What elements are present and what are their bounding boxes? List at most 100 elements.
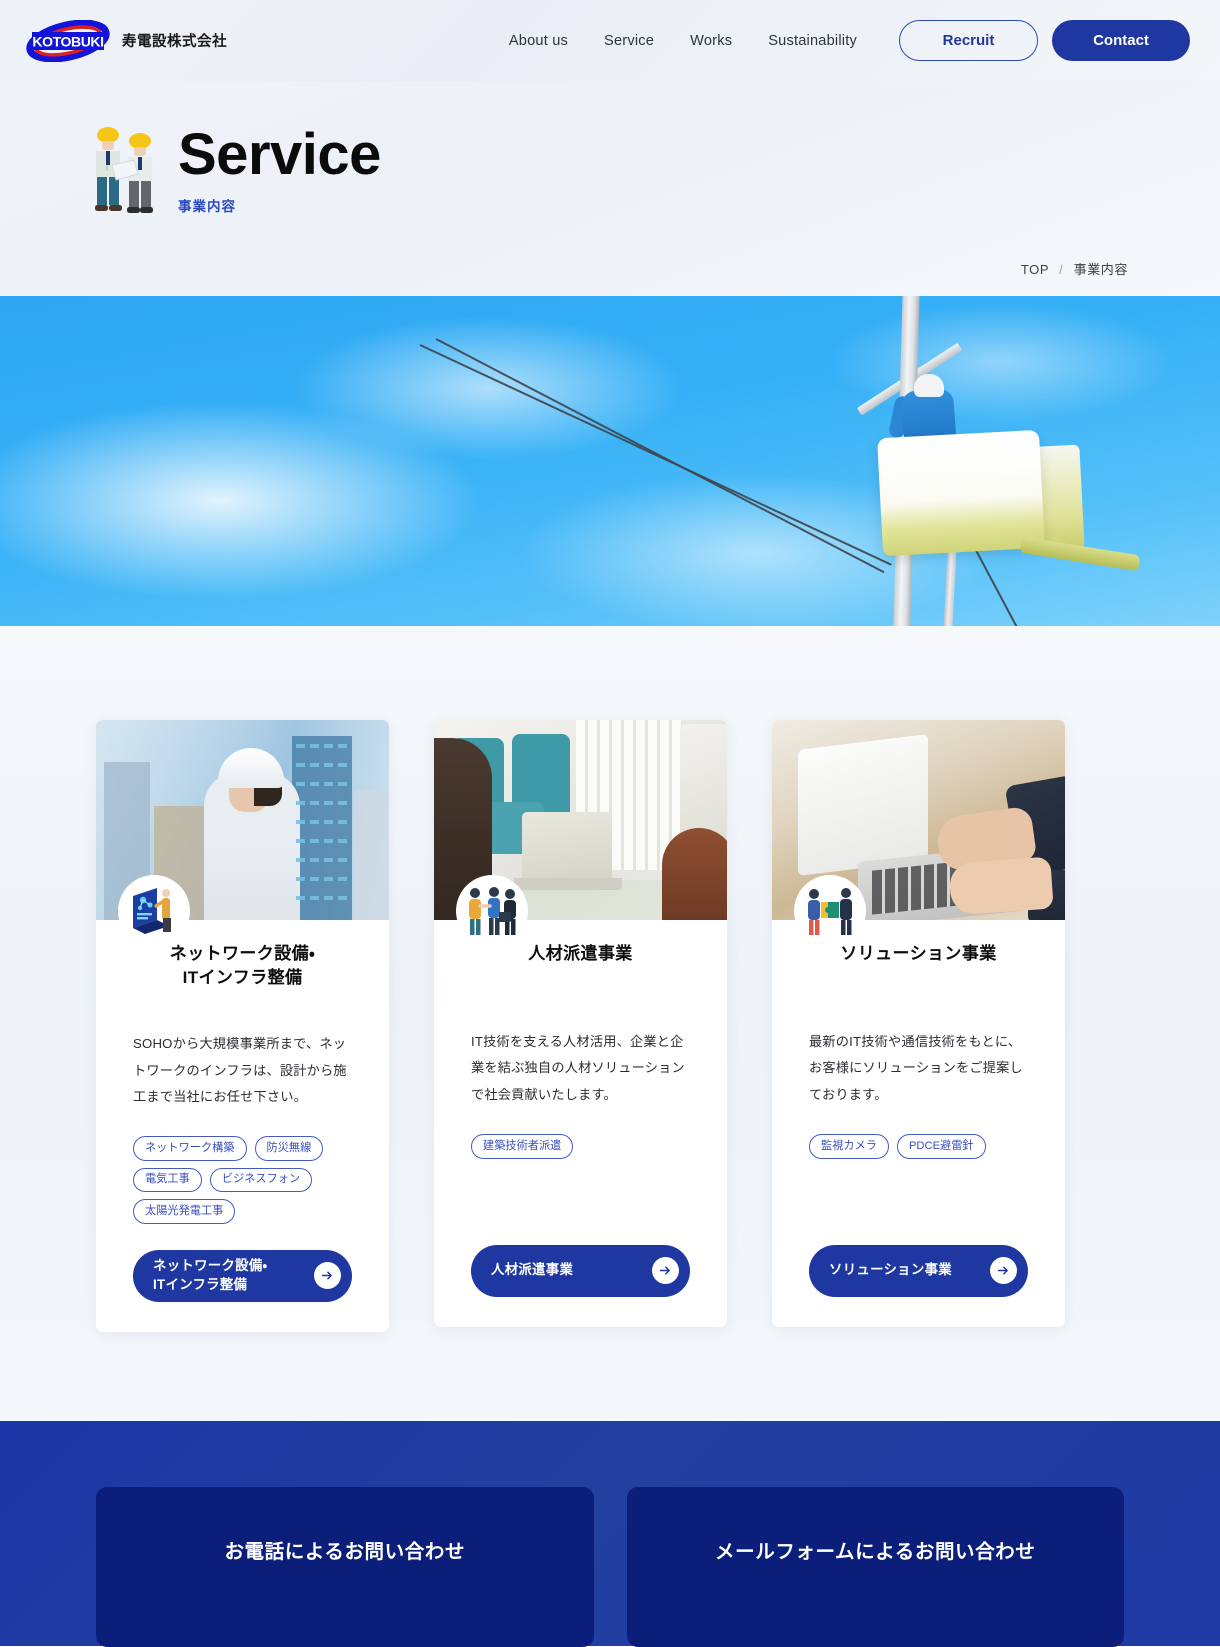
nav-links: About us Service Works Sustainability [491, 33, 875, 49]
service-card-cta-label: ネットワーク設備・ ITインフラ整備 [153, 1257, 267, 1294]
svg-text:KOTOBUKI: KOTOBUKI [32, 33, 103, 49]
photo-laptop-lid [798, 734, 928, 876]
service-card-cta-button[interactable]: ソリューション事業 [809, 1244, 1028, 1297]
page-subtitle: 事業内容 [178, 198, 236, 214]
service-card-cta-wrap: ネットワーク設備・ ITインフラ整備 [96, 1249, 389, 1302]
nav-item-works[interactable]: Works [672, 33, 750, 49]
photo-building [354, 790, 389, 920]
breadcrumb-separator: / [1059, 262, 1064, 277]
photo-building-window [310, 858, 319, 862]
photo-building-window [296, 820, 305, 824]
photo-building-window [296, 744, 305, 748]
contact-by-mail-form-card[interactable]: メールフォームによるお問い合わせ [626, 1487, 1124, 1647]
service-card-title-line1: ネットワーク設備・ [169, 944, 316, 963]
main-navigation: About us Service Works Sustainability Re… [491, 20, 1190, 61]
page-title-inner: Service 事業内容 [0, 81, 1220, 219]
photo-building-window [310, 896, 319, 900]
service-tag[interactable]: 監視カメラ [809, 1134, 889, 1159]
photo-person-hair [662, 828, 727, 920]
service-card-title-line2: ITインフラ整備 [182, 968, 303, 988]
kotobuki-logo-icon: KOTOBUKI [26, 19, 110, 62]
service-card-cta-button[interactable]: 人材派遣事業 [471, 1244, 690, 1297]
service-card[interactable]: ネットワーク設備・ ITインフラ整備 SOHOから大規模事業所まで、ネットワーク… [96, 720, 389, 1332]
contact-by-phone-title: お電話によるお問い合わせ [224, 1541, 466, 1563]
breadcrumb: TOP / 事業内容 [1021, 259, 1128, 278]
photo-building-window [338, 744, 347, 748]
photo-hand [948, 856, 1054, 916]
arrow-right-icon [990, 1257, 1017, 1285]
photo-building-window [324, 877, 333, 881]
site-logo[interactable]: KOTOBUKI 寿電設株式会社 [26, 19, 227, 62]
cta-label-line1: ネットワーク設備・ [153, 1258, 268, 1274]
service-card-body: ソリューション事業 最新のIT技術や通信技術をもとに、お客様にソリューションをご… [772, 920, 1065, 1159]
service-card-cta-wrap: ソリューション事業 [772, 1244, 1065, 1297]
service-cards: ネットワーク設備・ ITインフラ整備 SOHOから大規模事業所まで、ネットワーク… [0, 720, 1220, 1332]
service-card-description: 最新のIT技術や通信技術をもとに、お客様にソリューションをご提案しております。 [809, 1034, 1023, 1102]
photo-building-window [324, 820, 333, 824]
arrow-right-icon [652, 1257, 679, 1285]
photo-laptop [522, 812, 612, 882]
recruit-button[interactable]: Recruit [899, 20, 1038, 61]
service-tag[interactable]: ビジネスフォン [209, 1167, 313, 1193]
service-tag[interactable]: ネットワーク構築 [133, 1136, 247, 1161]
page-title-band: Service 事業内容 TOP / 事業内容 [0, 81, 1220, 296]
service-card-cta-label: 人材派遣事業 [491, 1262, 574, 1278]
service-tag[interactable]: 太陽光発電工事 [133, 1199, 236, 1224]
service-card-tags: 建築技術者派遣 [471, 1134, 690, 1159]
breadcrumb-current: 事業内容 [1073, 262, 1128, 277]
service-card[interactable]: ソリューション事業 最新のIT技術や通信技術をもとに、お客様にソリューションをご… [772, 720, 1065, 1327]
contact-by-phone-card[interactable]: お電話によるお問い合わせ [96, 1487, 594, 1647]
network-kiosk-icon [118, 875, 190, 947]
photo-building-window [310, 801, 319, 805]
nav-item-sustainability[interactable]: Sustainability [750, 33, 875, 49]
service-card-description: IT技術を支える人材活用、企業と企業を結ぶ独自の人材ソリューションで社会貢献いた… [471, 1034, 685, 1102]
photo-worker-helmet [218, 748, 284, 788]
puzzle-people-icon [794, 875, 866, 947]
photo-building-window [296, 858, 305, 862]
photo-building-window [310, 744, 319, 748]
photo-building-window [310, 782, 319, 786]
photo-building-window [338, 763, 347, 767]
photo-building-window [338, 896, 347, 900]
service-card-tags: 監視カメラ PDCE避雷針 [809, 1134, 1028, 1159]
contact-by-mail-form-title: メールフォームによるお問い合わせ [715, 1541, 1036, 1563]
company-name: 寿電設株式会社 [122, 34, 227, 50]
photo-building-window [338, 801, 347, 805]
service-card[interactable]: 人材派遣事業 IT技術を支える人材活用、企業と企業を結ぶ独自の人材ソリューション… [434, 720, 727, 1327]
nav-item-service[interactable]: Service [586, 33, 672, 49]
service-card-cta-button[interactable]: ネットワーク設備・ ITインフラ整備 [133, 1249, 352, 1302]
contact-button[interactable]: Contact [1052, 20, 1190, 61]
service-card-title: 人材派遣事業 [528, 944, 633, 963]
arrow-right-icon [314, 1262, 341, 1290]
photo-building-window [338, 858, 347, 862]
photo-building-window [324, 782, 333, 786]
contact-section: お電話によるお問い合わせ メールフォームによるお問い合わせ [0, 1421, 1220, 1647]
service-tag[interactable]: 防災無線 [254, 1136, 324, 1161]
photo-building-window [296, 839, 305, 843]
service-card-description: SOHOから大規模事業所まで、ネットワークのインフラは、設計から施工まで当社にお… [133, 1036, 347, 1105]
hero-bucket-lift [877, 429, 1045, 557]
service-card-body: 人材派遣事業 IT技術を支える人材活用、企業と企業を結ぶ独自の人材ソリューション… [434, 920, 727, 1159]
service-tag[interactable]: PDCE避雷針 [896, 1134, 986, 1159]
photo-building-window [324, 763, 333, 767]
photo-building-window [296, 896, 305, 900]
service-card-tags: ネットワーク構築 防災無線 電気工事 ビジネスフォン 太陽光発電工事 [133, 1136, 352, 1224]
two-workers-blueprint-icon [88, 121, 160, 219]
page-title-text: Service 事業内容 [178, 122, 381, 215]
handshake-people-icon [456, 875, 528, 947]
nav-item-about-us[interactable]: About us [491, 33, 586, 49]
page-title: Service [178, 122, 381, 188]
breadcrumb-home[interactable]: TOP [1021, 262, 1049, 277]
photo-laptop-base [514, 878, 622, 890]
photo-building-window [296, 782, 305, 786]
photo-building-window [324, 801, 333, 805]
service-tag[interactable]: 建築技術者派遣 [471, 1134, 574, 1159]
photo-building-window [324, 744, 333, 748]
photo-building-window [296, 877, 305, 881]
service-card-title: ネットワーク設備・ ITインフラ整備 [133, 942, 352, 990]
photo-building-window [296, 763, 305, 767]
service-cards-section: ネットワーク設備・ ITインフラ整備 SOHOから大規模事業所まで、ネットワーク… [0, 626, 1220, 1421]
service-tag[interactable]: 電気工事 [133, 1167, 202, 1193]
service-card-cta-wrap: 人材派遣事業 [434, 1244, 727, 1297]
photo-building-window [338, 782, 347, 786]
